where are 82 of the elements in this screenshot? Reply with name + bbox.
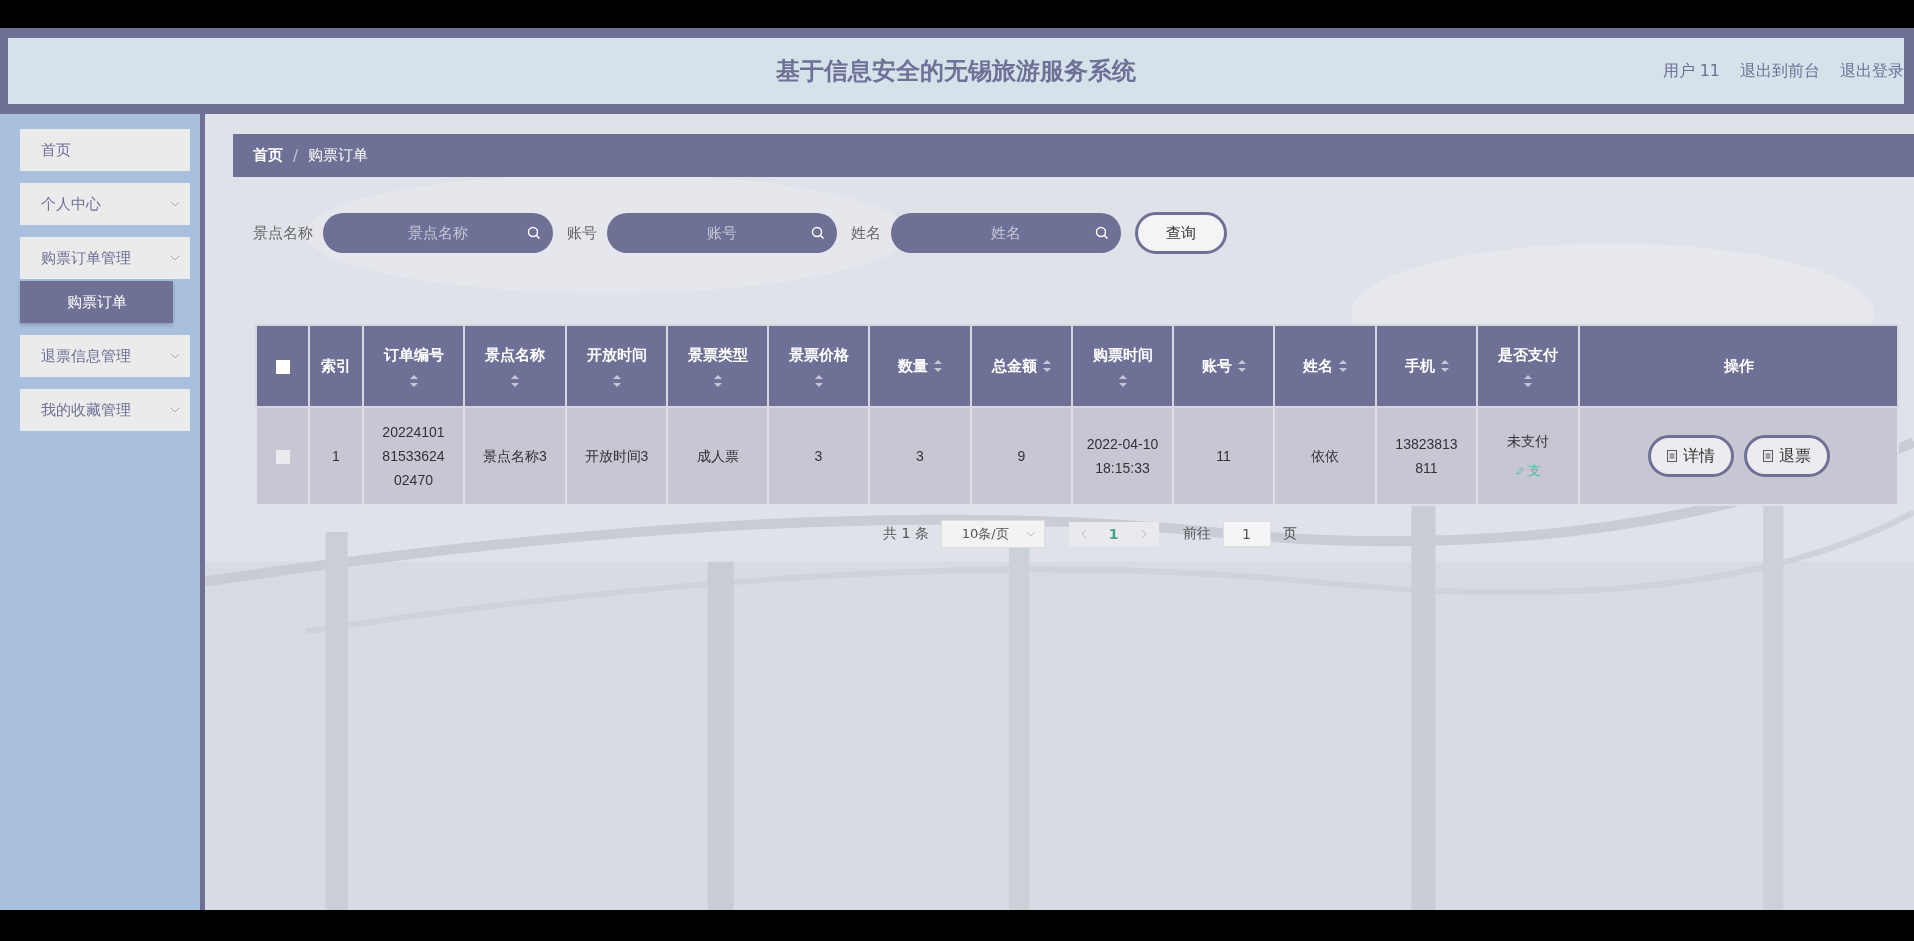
- menu-item[interactable]: 我的收藏管理: [20, 389, 190, 431]
- search-field[interactable]: 姓名: [891, 213, 1121, 253]
- column-header[interactable]: 景票价格: [768, 325, 869, 407]
- table-cell-text: 13823813811: [1394, 435, 1459, 478]
- column-header[interactable]: 开放时间: [566, 325, 667, 407]
- sort-icon[interactable]: [1043, 360, 1051, 372]
- column-header[interactable]: 订单编号: [363, 325, 464, 407]
- user-link[interactable]: 用户 11: [1662, 60, 1720, 82]
- menu-item[interactable]: 首页: [20, 129, 190, 171]
- table-cell-text: 开放时间3: [583, 447, 650, 466]
- next-page-icon[interactable]: [1140, 529, 1147, 539]
- column-header[interactable]: 数量: [869, 325, 971, 407]
- payment-status: 未支付: [1507, 432, 1549, 451]
- search-button[interactable]: 查询: [1135, 212, 1227, 254]
- column-header[interactable]: 姓名: [1274, 325, 1376, 407]
- breadcrumb-link[interactable]: 购票订单: [308, 146, 369, 165]
- breadcrumb-link[interactable]: 首页: [253, 146, 283, 165]
- sort-icon[interactable]: [1339, 360, 1347, 372]
- search-field[interactable]: 景点名称: [323, 213, 553, 253]
- column-header[interactable]: 索引: [309, 325, 363, 407]
- header-link[interactable]: 退出登录: [1840, 60, 1904, 82]
- table-cell-text: 景点名称3: [482, 447, 548, 466]
- table-cell-text: 3: [813, 447, 824, 466]
- chevron-down-icon: [170, 353, 180, 359]
- sort-icon[interactable]: [934, 360, 942, 372]
- document-icon: [1762, 450, 1773, 462]
- table-cell-text: 3: [915, 447, 925, 466]
- goto-label: 前往: [1182, 525, 1211, 543]
- sort-icon[interactable]: [409, 374, 418, 387]
- table-cell-text: 1: [331, 447, 341, 466]
- field-label: 姓名: [851, 223, 881, 243]
- chevron-down-icon: [170, 407, 180, 413]
- system-title: 基于信息安全的无锡旅游服务系统: [776, 56, 1136, 87]
- header-link[interactable]: 退出到前台: [1740, 60, 1820, 82]
- menu-item[interactable]: 购票订单管理: [20, 237, 190, 279]
- column-header[interactable]: 总金额: [971, 325, 1072, 407]
- page-number[interactable]: 1: [1108, 526, 1119, 542]
- submenu-item[interactable]: 购票订单: [20, 281, 173, 323]
- page-input[interactable]: 1: [1222, 521, 1271, 547]
- sort-icon[interactable]: [713, 374, 722, 387]
- action-button[interactable]: 退票: [1743, 435, 1830, 477]
- page-size-select[interactable]: 10条/页: [940, 520, 1045, 548]
- search-icon[interactable]: [1095, 226, 1109, 240]
- sort-icon[interactable]: [612, 374, 621, 387]
- menu-item[interactable]: 个人中心: [20, 183, 190, 225]
- search-icon[interactable]: [527, 226, 541, 240]
- field-label: 账号: [567, 223, 597, 243]
- table-cell-text: 2022-04-10 18:15:33: [1085, 435, 1160, 478]
- column-header[interactable]: 操作: [1579, 325, 1898, 407]
- column-header[interactable]: 账号: [1173, 325, 1274, 407]
- column-header[interactable]: 景票类型: [667, 325, 768, 407]
- breadcrumb-separator: /: [293, 146, 299, 165]
- sort-icon[interactable]: [1524, 374, 1532, 387]
- table-cell-text: 9: [1016, 447, 1027, 466]
- sort-icon[interactable]: [511, 374, 519, 387]
- table-cell-text: 202241018153362402470: [381, 423, 446, 490]
- page-suffix: 页: [1282, 525, 1297, 543]
- field-label: 景点名称: [253, 223, 313, 243]
- chevron-down-icon: [170, 255, 180, 261]
- select-all-checkbox[interactable]: [275, 359, 290, 374]
- menu-item[interactable]: 退票信息管理: [20, 335, 190, 377]
- table-cell-text: 依依: [1310, 447, 1340, 466]
- chevron-down-icon: [1025, 531, 1036, 537]
- document-icon: [1666, 450, 1677, 462]
- column-header[interactable]: 景点名称: [464, 325, 566, 407]
- column-header[interactable]: 是否支付: [1477, 325, 1579, 407]
- action-button[interactable]: 详情: [1647, 435, 1734, 477]
- total-count: 共 1 条: [883, 525, 929, 543]
- search-icon[interactable]: [811, 226, 825, 240]
- row-checkbox[interactable]: [275, 450, 290, 465]
- chevron-down-icon: [170, 201, 180, 207]
- pencil-icon: [1515, 466, 1524, 476]
- prev-page-icon[interactable]: [1080, 529, 1087, 539]
- table-cell-text: 11: [1215, 447, 1232, 466]
- column-header[interactable]: 购票时间: [1072, 325, 1173, 407]
- table-cell-text: 成人票: [695, 447, 740, 466]
- sort-icon[interactable]: [1440, 360, 1449, 372]
- sort-icon[interactable]: [1118, 374, 1127, 387]
- sort-icon[interactable]: [814, 374, 823, 387]
- sort-icon[interactable]: [1237, 360, 1246, 372]
- search-field[interactable]: 账号: [607, 213, 837, 253]
- column-header[interactable]: 手机: [1376, 325, 1477, 407]
